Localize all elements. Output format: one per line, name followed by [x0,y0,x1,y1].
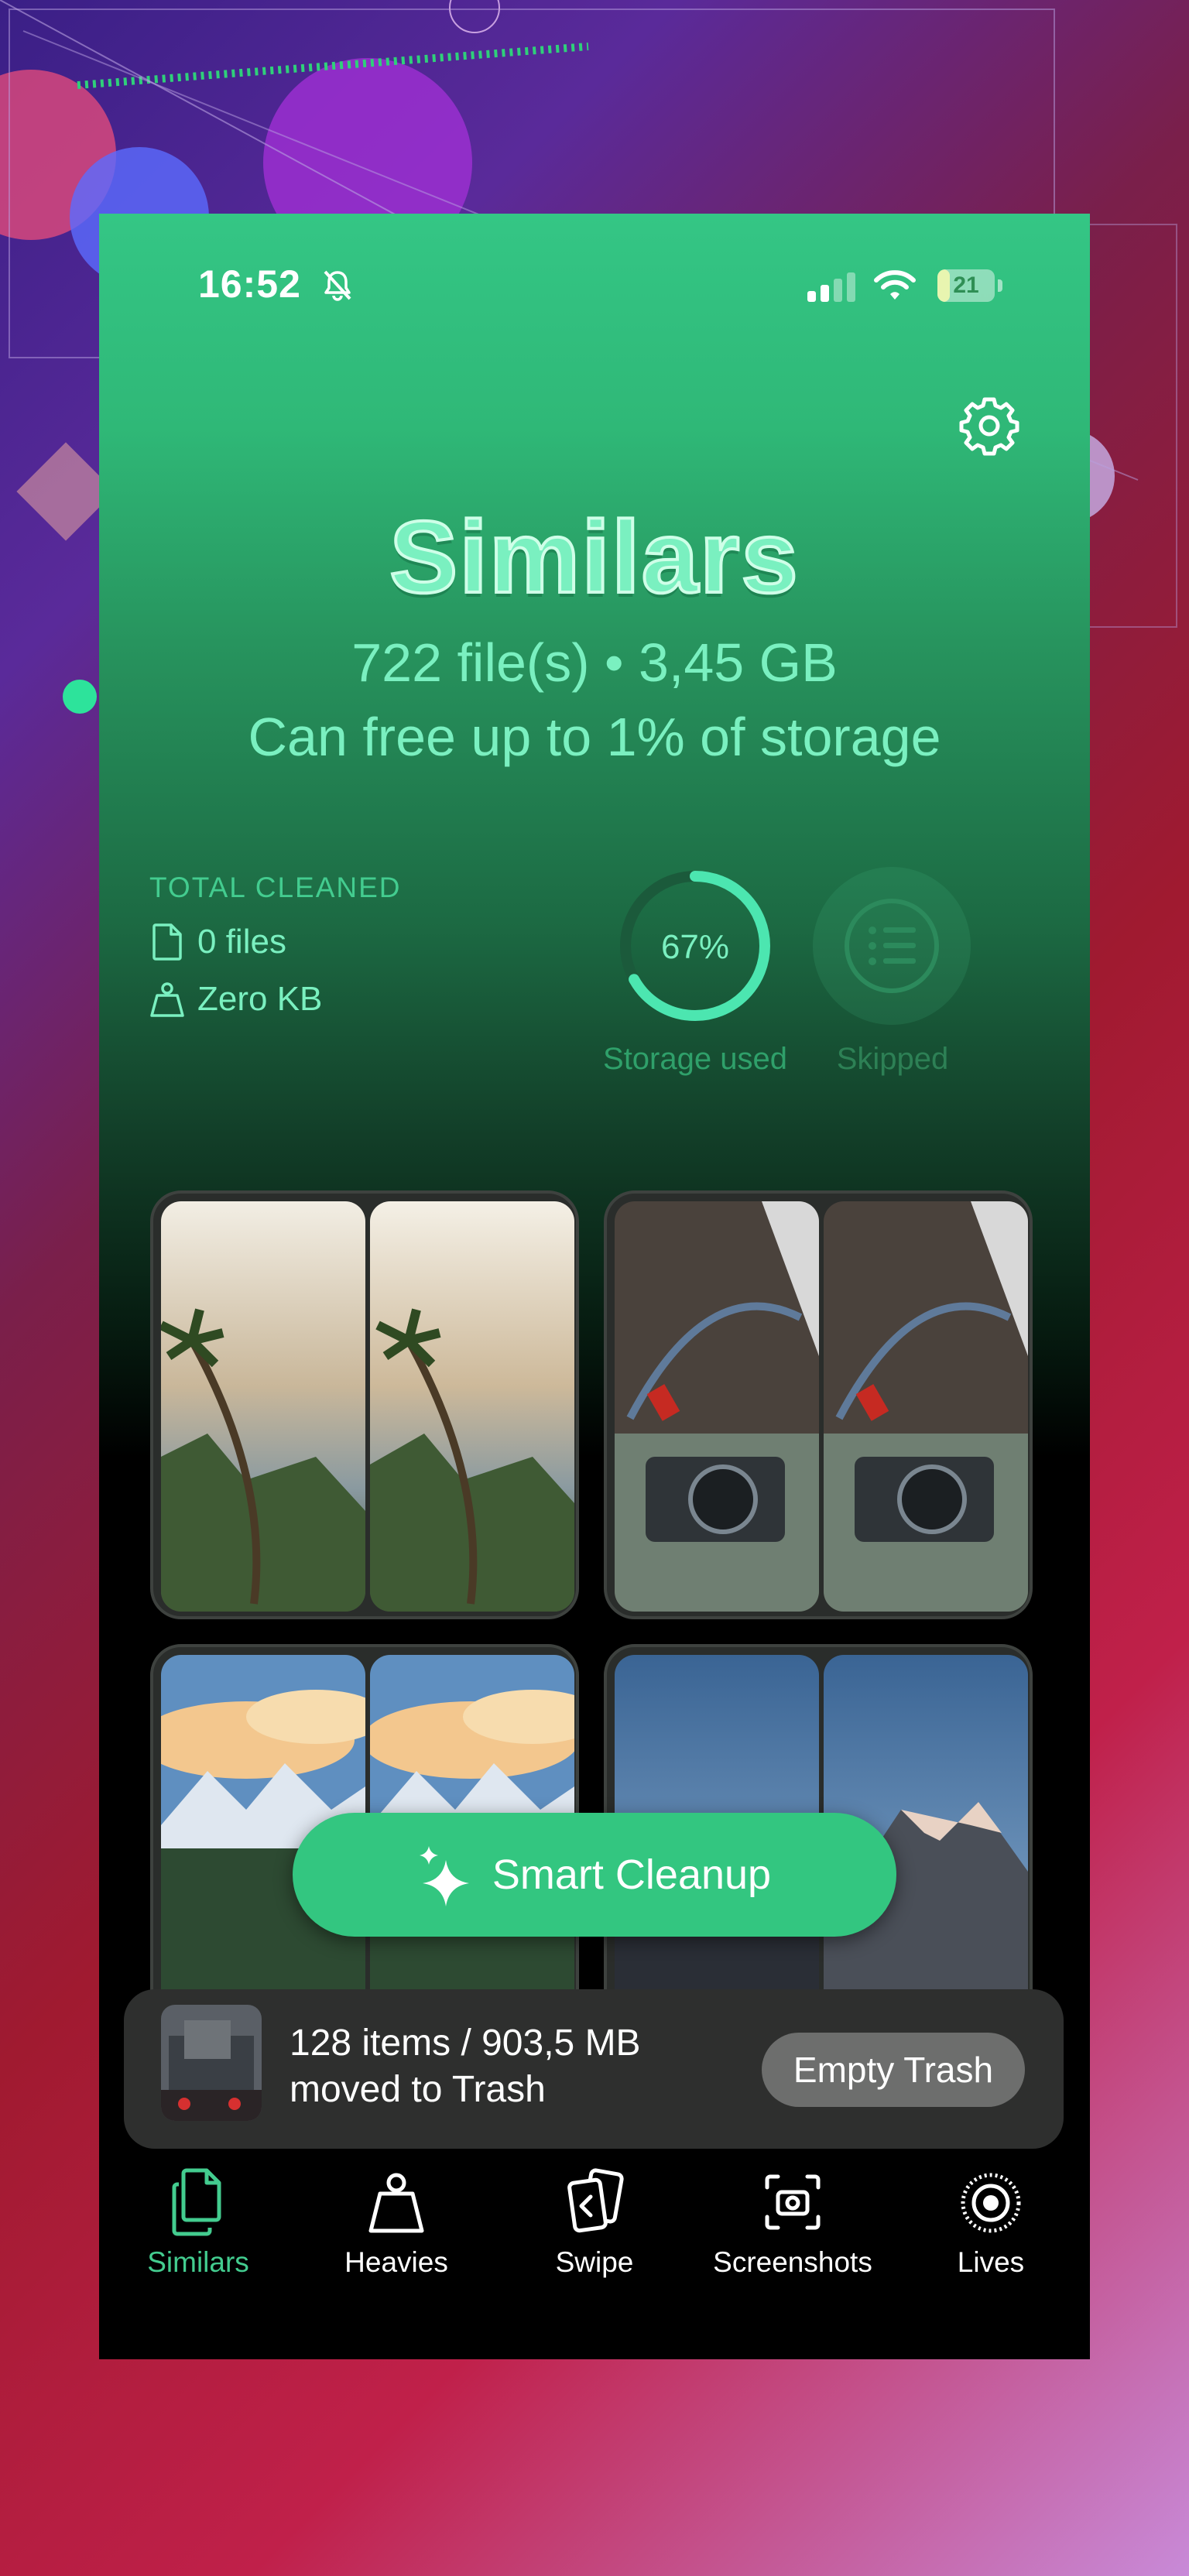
sparkles-icon [419,1846,469,1906]
tab-label: Heavies [344,2246,448,2278]
documents-icon [172,2168,221,2236]
photo-thumbnail[interactable] [615,1201,819,1612]
tab-label: Similars [147,2246,249,2278]
tab-swipe[interactable]: Swipe [502,2167,687,2279]
cleaned-size-value: Zero KB [197,980,323,1018]
swipe-cards-icon [567,2168,624,2233]
tab-label: Lives [957,2246,1025,2278]
group-card-camera-strap[interactable] [604,1190,1033,1619]
tab-label: Screenshots [713,2246,872,2278]
file-summary: 722 file(s) • 3,45 GB [351,632,838,693]
cleaned-files-row: 0 files [149,923,286,961]
cleaned-files-count: 0 files [197,923,286,961]
total-cleaned-label: TOTAL CLEANED [149,872,402,903]
tab-heavies[interactable]: Heavies [303,2167,489,2279]
weight-icon [368,2173,424,2233]
app-screen: 16:52 21 Similars 722 file(s) • 3,45 GB … [99,214,1090,2359]
page-title: Similars [388,498,800,615]
storage-progress-ring: 67% [620,871,770,1021]
photo-thumbnail[interactable] [824,1201,1028,1612]
cleaned-size-row: Zero KB [149,980,322,1019]
smart-cleanup-button[interactable]: Smart Cleanup [293,1813,896,1937]
photo-thumbnail[interactable] [370,1201,574,1612]
gear-icon[interactable] [957,393,1022,458]
status-time: 16:52 [198,262,301,306]
tab-lives[interactable]: Lives [898,2167,1084,2279]
bell-slash-icon [324,270,351,301]
trash-note: moved to Trash [290,2069,546,2110]
wifi-icon [874,270,916,300]
trash-count: 128 items / 903,5 MB [290,2023,641,2064]
weight-icon [150,982,184,1017]
live-photo-icon [961,2173,1021,2233]
storage-percent: 67% [661,928,729,966]
empty-trash-button[interactable]: Empty Trash [762,2033,1025,2107]
photo-thumbnail[interactable] [161,1201,365,1612]
list-icon [845,899,939,993]
tab-screenshots[interactable]: Screenshots [700,2167,886,2279]
document-icon [152,923,182,961]
trash-summary: 128 items / 903,5 MB moved to Trash [290,2020,641,2113]
trash-banner[interactable]: 128 items / 903,5 MB moved to Trash Empt… [124,1989,1064,2149]
screenshot-camera-icon [765,2174,821,2230]
cellular-signal-icon [807,272,855,302]
group-card-palm-beach[interactable] [150,1190,579,1619]
battery-level: 21 [953,272,979,298]
tab-similars[interactable]: Similars [105,2167,291,2279]
skipped-button[interactable] [813,867,971,1025]
trash-thumbnail [161,2005,262,2121]
skipped-label: Skipped [836,1042,949,1076]
storage-used-label: Storage used [603,1042,787,1076]
battery-icon: 21 [937,269,1002,302]
tab-label: Swipe [555,2246,634,2278]
storage-note: Can free up to 1% of storage [248,707,941,767]
smart-cleanup-label: Smart Cleanup [492,1852,772,1898]
